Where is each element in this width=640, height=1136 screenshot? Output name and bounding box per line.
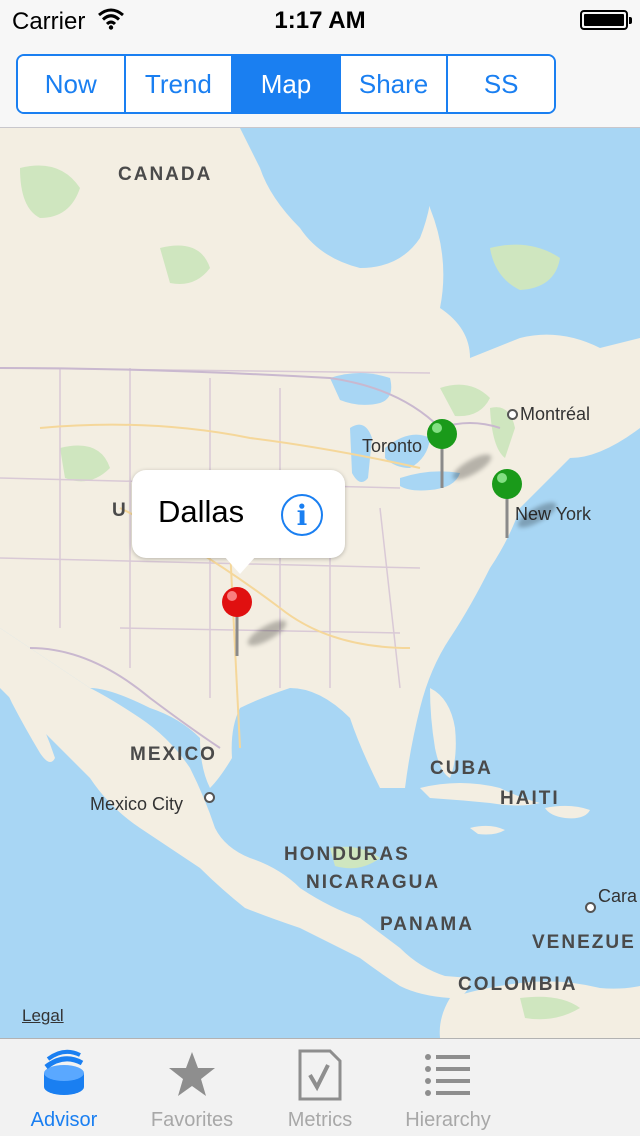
tab-favorites[interactable]: Favorites [140,1039,244,1136]
city-dot-mexico-city [204,792,215,803]
map-base [0,128,640,1038]
label-mexico: MEXICO [130,744,217,765]
document-check-icon [294,1049,346,1101]
city-caracas: Cara [598,886,638,906]
label-colombia: COLOMBIA [458,974,578,995]
status-bar: Carrier 1:17 AM [0,0,640,40]
label-cuba: CUBA [430,758,493,779]
database-icon [38,1049,90,1101]
segment-trend[interactable]: Trend [125,56,234,112]
label-canada: CANADA [118,164,213,185]
tab-hierarchy[interactable]: Hierarchy [398,1039,498,1136]
list-icon [422,1049,474,1101]
tab-metrics-label: Metrics [287,1109,353,1131]
tab-advisor-label: Advisor [30,1109,98,1131]
new-york-pin[interactable] [490,468,524,538]
segment-map[interactable]: Map [233,56,341,112]
legal-link[interactable]: Legal [22,1006,64,1026]
status-time: 1:17 AM [274,7,366,34]
label-united-states: U [112,500,128,521]
city-toronto: Toronto [362,436,423,456]
label-venezuela: VENEZUE [532,932,636,953]
tab-favorites-label: Favorites [150,1109,234,1131]
battery-icon [580,10,632,30]
info-icon[interactable]: i [281,494,323,536]
dallas-pin[interactable] [220,586,254,656]
city-dot-caracas [585,902,596,913]
label-haiti: HAITI [500,788,560,809]
city-mexico-city: Mexico City [90,794,184,814]
view-segmented-control: Now Trend Map Share SS [16,54,556,114]
label-nicaragua: NICARAGUA [306,872,441,893]
tab-hierarchy-label: Hierarchy [405,1109,491,1131]
callout-title: Dallas [158,494,245,529]
tab-metrics[interactable]: Metrics [272,1039,368,1136]
segment-ss[interactable]: SS [448,56,554,112]
label-panama: PANAMA [380,914,474,935]
tab-bar: Advisor Favorites Metrics Hierarchy [0,1038,640,1136]
toronto-pin[interactable] [425,418,459,488]
city-dot-montreal [507,409,518,420]
tab-advisor[interactable]: Advisor [18,1039,110,1136]
segment-share[interactable]: Share [340,56,449,112]
city-montreal: Montréal [520,404,591,424]
segment-now[interactable]: Now [18,56,126,112]
star-icon [166,1049,218,1101]
pin-callout[interactable]: Dallas i [132,470,345,574]
label-honduras: HONDURAS [284,844,410,865]
map-view[interactable]: CANADA U MEXICO CUBA HAITI HONDURAS NICA… [0,128,640,1038]
navigation-bar: Now Trend Map Share SS [0,40,640,128]
